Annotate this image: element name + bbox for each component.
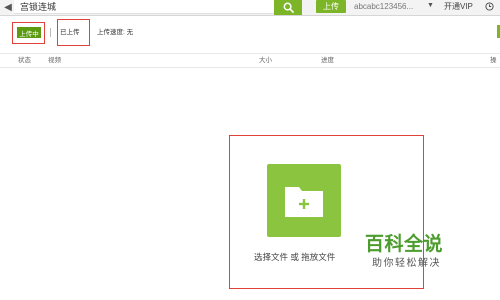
column-header-size: 大小 — [259, 57, 272, 64]
watermark-title: 百科全说 — [365, 234, 444, 255]
dropzone-text[interactable]: 选择文件 或 拖放文件 — [254, 251, 354, 263]
back-arrow-icon: ◀ — [4, 2, 12, 13]
tab-divider — [50, 28, 51, 37]
highlight-box — [57, 19, 90, 46]
column-header-operation: 操 — [490, 57, 497, 64]
highlight-box — [12, 22, 45, 44]
column-header-video: 视频 — [48, 57, 61, 64]
vip-link[interactable]: 开通VIP — [444, 0, 473, 15]
search-input[interactable] — [14, 0, 274, 14]
column-header-progress: 进度 — [321, 57, 334, 64]
back-button[interactable]: ◀ — [2, 0, 14, 15]
folder-plus-icon — [285, 187, 323, 217]
search-icon — [283, 2, 294, 13]
username[interactable]: abcabc123456... — [354, 0, 413, 15]
table-header: 状态 视频 大小 进度 操 — [0, 53, 500, 68]
upload-speed-label: 上传速度: 无 — [97, 29, 134, 36]
search-button[interactable] — [274, 0, 302, 15]
upload-button[interactable]: 上传 — [316, 0, 346, 13]
watermark-subtitle: 助你轻松解决 — [372, 258, 441, 269]
column-header-status: 状态 — [18, 57, 31, 64]
clock-icon[interactable] — [485, 2, 494, 11]
top-bar: ◀ 上传 abcabc123456... ▼ 开通VIP — [0, 0, 500, 16]
select-file-button[interactable] — [267, 164, 341, 237]
chevron-down-icon[interactable]: ▼ — [427, 2, 434, 9]
